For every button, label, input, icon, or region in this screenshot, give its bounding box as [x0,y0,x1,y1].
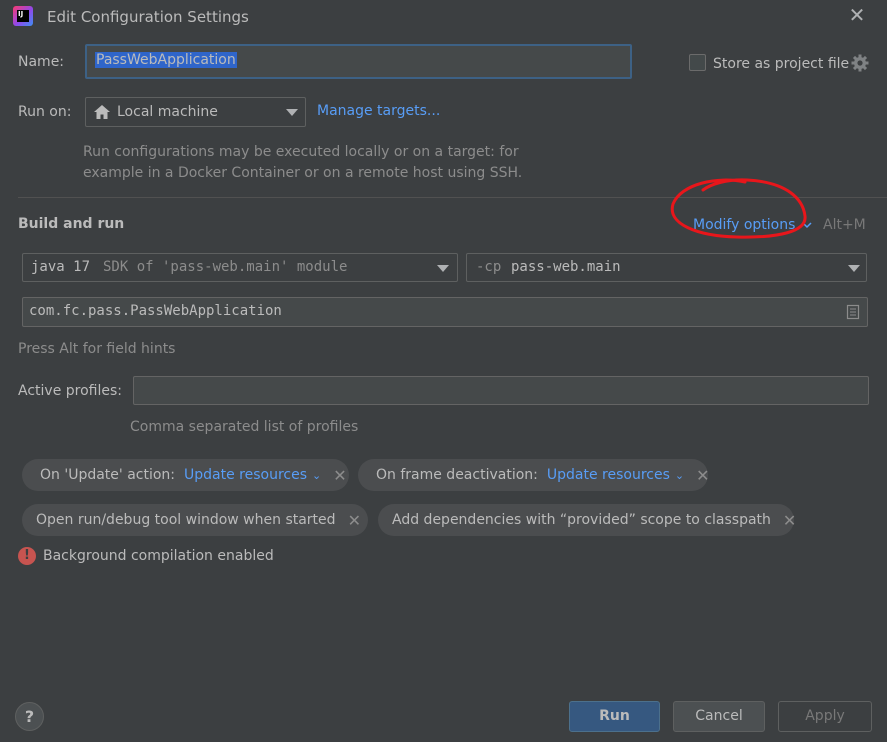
close-icon[interactable]: ✕ [783,511,796,530]
name-input[interactable]: PassWebApplication [85,44,632,79]
store-as-project-file-label[interactable]: Store as project file [713,56,849,72]
run-button[interactable]: Run [569,701,660,732]
classpath-select[interactable]: -cp pass-web.main [466,253,867,282]
frame-deactivation-label: On frame deactivation: [376,467,538,483]
update-action-chip[interactable]: On 'Update' action: Update resources ⌄ ✕ [22,459,349,491]
update-action-label: On 'Update' action: [40,467,176,483]
background-compilation-status: Background compilation enabled [43,548,274,564]
section-divider [18,197,887,198]
active-profiles-input[interactable] [133,376,869,405]
frame-deactivation-link[interactable]: Update resources [547,467,670,483]
build-and-run-title: Build and run [18,216,125,232]
provided-scope-chip[interactable]: Add dependencies with “provided” scope t… [378,504,796,536]
chevron-down-icon [286,109,298,116]
open-tool-window-chip[interactable]: Open run/debug tool window when started … [22,504,368,536]
close-icon[interactable]: ✕ [333,466,346,485]
manage-targets-link[interactable]: Manage targets... [317,103,440,119]
run-on-value: Local machine [117,104,218,120]
classpath-flag: -cp [476,259,502,275]
modify-options-shortcut: Alt+M [823,217,866,233]
app-icon-text: IJ [17,10,29,22]
main-class-value: com.fc.pass.PassWebApplication [29,303,282,319]
help-icon[interactable]: ? [15,702,44,731]
browse-document-icon[interactable] [846,304,860,320]
classpath-value: pass-web.main [511,259,621,275]
alt-field-hints: Press Alt for field hints [18,341,176,357]
name-label: Name: [18,54,65,70]
modify-options-chevron-icon[interactable] [801,221,813,230]
home-icon [94,105,110,119]
close-icon[interactable]: ✕ [696,466,709,485]
close-icon[interactable]: ✕ [846,4,868,26]
chevron-down-icon[interactable]: ⌄ [312,469,321,482]
red-annotation-circle [670,178,807,239]
run-on-select[interactable]: Local machine [85,97,306,127]
error-icon: ! [18,547,36,565]
chevron-down-icon [848,265,860,272]
frame-deactivation-chip[interactable]: On frame deactivation: Update resources … [358,459,710,491]
run-on-hint-line2: example in a Docker Container or on a re… [83,165,523,181]
modify-options-link[interactable]: Modify options [693,217,795,233]
apply-button: Apply [778,701,872,732]
chevron-down-icon [437,265,449,272]
sdk-name: java 17 [31,259,91,275]
intellij-app-icon: IJ [13,6,33,26]
active-profiles-hint: Comma separated list of profiles [130,419,359,435]
window-title: Edit Configuration Settings [47,8,249,26]
gear-icon[interactable] [850,53,870,73]
run-on-hint-line1: Run configurations may be executed local… [83,144,519,160]
close-icon[interactable]: ✕ [348,511,361,530]
active-profiles-label: Active profiles: [18,383,122,399]
chevron-down-icon[interactable]: ⌄ [675,469,684,482]
name-input-value: PassWebApplication [95,52,237,68]
cancel-button[interactable]: Cancel [673,701,765,732]
sdk-detail: SDK of 'pass-web.main' module [103,259,348,275]
store-as-project-file-checkbox[interactable] [689,54,706,71]
sdk-select[interactable]: java 17 SDK of 'pass-web.main' module [22,253,458,282]
main-class-input[interactable]: com.fc.pass.PassWebApplication [22,297,868,327]
open-tool-window-label: Open run/debug tool window when started [36,512,336,528]
update-action-link[interactable]: Update resources [184,467,307,483]
run-on-label: Run on: [18,104,72,120]
provided-scope-label: Add dependencies with “provided” scope t… [392,512,771,528]
